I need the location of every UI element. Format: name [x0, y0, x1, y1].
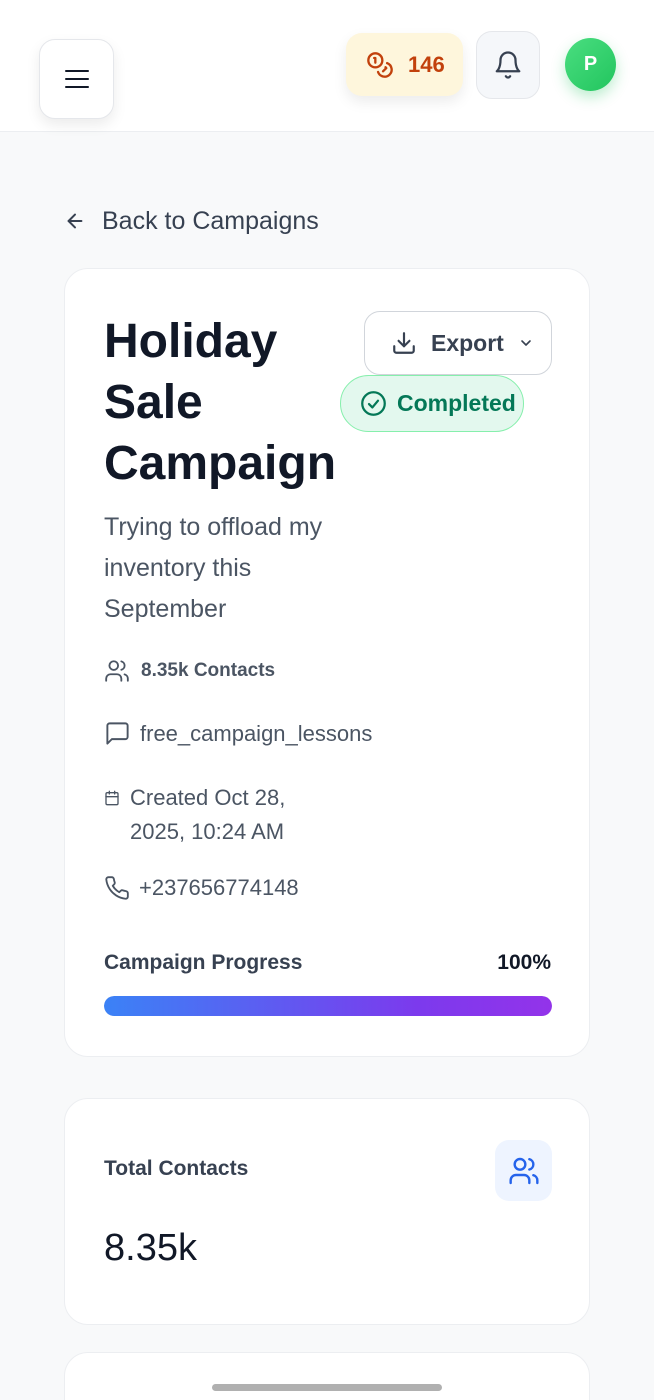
export-button[interactable]: Export [364, 311, 552, 375]
download-icon [391, 330, 417, 356]
contacts-count: 8.35k Contacts [141, 660, 276, 681]
total-contacts-value: 8.35k [104, 1227, 197, 1269]
menu-icon [64, 68, 90, 90]
avatar[interactable]: P [565, 38, 616, 91]
home-indicator [212, 1384, 442, 1391]
message-square-icon [104, 720, 131, 747]
credits-count: 146 [408, 51, 445, 77]
avatar-initial: P [583, 53, 598, 75]
bell-icon [493, 50, 523, 80]
notifications-button[interactable] [476, 31, 540, 99]
menu-button[interactable] [39, 39, 114, 119]
arrow-left-icon [64, 210, 86, 232]
calendar-icon [104, 790, 120, 806]
created-date: Created Oct 28, 2025, 10:24 AM [130, 785, 286, 844]
total-contacts-label: Total Contacts [104, 1157, 249, 1180]
progress-label: Campaign Progress [104, 951, 303, 974]
progress-value: 100% [497, 951, 551, 974]
keyword-meta: free_campaign_lessons [104, 720, 372, 747]
status-label: Completed [397, 390, 516, 416]
created-meta: Created Oct 28, 2025, 10:24 AM [104, 781, 300, 849]
keyword-text: free_campaign_lessons [140, 720, 373, 746]
progress-bar [104, 996, 552, 1016]
next-card [64, 1352, 590, 1400]
chevron-down-icon [518, 335, 534, 351]
top-bar: 146 P [0, 0, 654, 132]
back-to-campaigns-link[interactable]: Back to Campaigns [64, 203, 319, 239]
credits-badge[interactable]: 146 [346, 33, 463, 96]
users-icon [104, 658, 130, 684]
campaign-card: Holiday Sale Campaign Export Completed T… [64, 268, 590, 1057]
total-contacts-card: Total Contacts 8.35k [64, 1098, 590, 1325]
contacts-meta: 8.35k Contacts [104, 658, 275, 684]
back-link-label: Back to Campaigns [102, 206, 319, 235]
check-circle-icon [360, 390, 387, 417]
stat-icon-container [495, 1140, 552, 1201]
status-badge: Completed [340, 375, 524, 432]
campaign-title: Holiday Sale Campaign [104, 315, 337, 490]
campaign-description: Trying to offload my inventory this Sept… [104, 513, 323, 623]
coins-icon [366, 51, 394, 79]
progress-fill [104, 996, 552, 1016]
phone-icon [104, 875, 130, 901]
export-label: Export [431, 329, 504, 356]
phone-meta: +237656774148 [104, 875, 299, 901]
phone-number: +237656774148 [139, 875, 299, 900]
users-icon [508, 1155, 540, 1187]
